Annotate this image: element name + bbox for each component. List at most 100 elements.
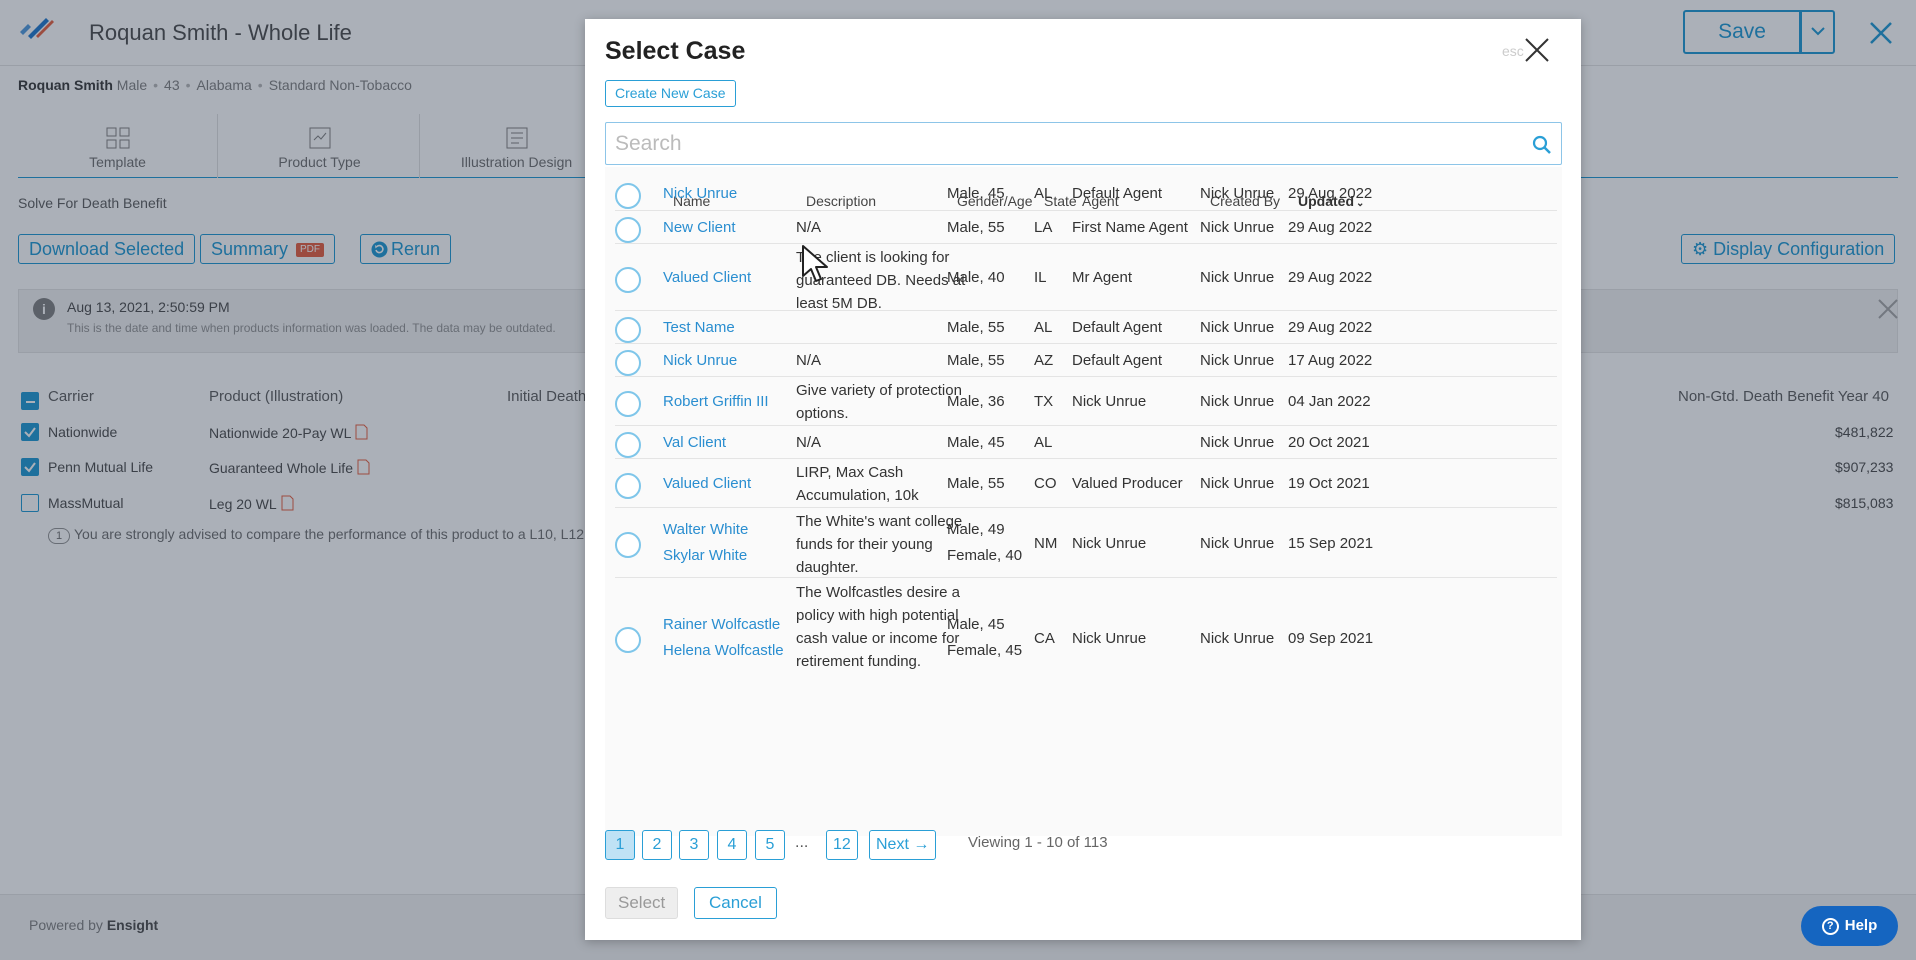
- case-state: NM: [1034, 534, 1058, 552]
- case-row[interactable]: Nick Unrue Male, 45 AL Default Agent Nick Un…: [615, 177, 1557, 210]
- case-row[interactable]: Val Client N/A Male, 45 AL Nick Unrue 20 Oct …: [615, 425, 1557, 458]
- page-button-3[interactable]: 3: [679, 830, 709, 860]
- case-name-line[interactable]: New Client: [663, 216, 736, 239]
- case-radio[interactable]: [615, 627, 641, 653]
- case-name-line[interactable]: Test Name: [663, 316, 735, 339]
- search-box: [605, 122, 1562, 165]
- case-description: The Wolfcastles desire a policy with hig…: [796, 583, 960, 670]
- case-name-line[interactable]: Walter White: [663, 517, 748, 543]
- case-updated: 15 Sep 2021: [1288, 534, 1374, 552]
- case-name[interactable]: New Client: [663, 216, 736, 239]
- case-name[interactable]: Nick Unrue: [663, 349, 737, 372]
- case-name[interactable]: Valued Client: [663, 266, 751, 289]
- case-gender-age-line: Female, 45: [947, 642, 1023, 659]
- modal-title: Select Case: [605, 37, 746, 65]
- case-radio[interactable]: [615, 390, 641, 417]
- select-case-modal: Select Case esc Create New Case Name Des…: [585, 19, 1581, 940]
- page-button-2[interactable]: 2: [642, 830, 672, 860]
- case-state: AL: [1034, 319, 1053, 336]
- case-gender-age: Male, 55: [947, 472, 1005, 495]
- case-name-line[interactable]: Skylar White: [663, 543, 748, 569]
- case-row[interactable]: Test Name Male, 55 AL Default Agent Nick Unr…: [615, 310, 1557, 343]
- case-description: The White's want college funds for their…: [796, 513, 963, 576]
- case-state: CA: [1034, 629, 1055, 647]
- page-button-4[interactable]: 4: [717, 830, 747, 860]
- case-gender-age: Male, 45 Female, 45: [947, 612, 1022, 664]
- case-name-line[interactable]: Valued Client: [663, 472, 751, 495]
- case-radio[interactable]: [615, 182, 641, 209]
- case-agent: Mr Agent: [1072, 269, 1133, 286]
- case-radio[interactable]: [615, 472, 641, 499]
- case-row[interactable]: Valued Client The client is looking for g…: [615, 243, 1557, 312]
- case-created-by: Nick Unrue: [1200, 629, 1275, 647]
- case-created-by: Nick Unrue: [1200, 534, 1275, 552]
- case-name-line[interactable]: Helena Wolfcastle: [663, 638, 784, 664]
- viewing-count: Viewing 1 - 10 of 113: [968, 834, 1108, 851]
- case-row[interactable]: Nick Unrue N/A Male, 55 AZ Default Agent Nick…: [615, 343, 1557, 376]
- case-name[interactable]: Test Name: [663, 316, 735, 339]
- case-state: AL: [1034, 434, 1053, 451]
- create-new-case-button[interactable]: Create New Case: [605, 80, 736, 107]
- next-page-button[interactable]: Next →: [869, 830, 937, 860]
- case-gender-age-line: Male, 45: [947, 616, 1005, 633]
- case-gender-age: Male, 40: [947, 266, 1005, 289]
- case-row[interactable]: Valued Client LIRP, Max Cash Accumulation…: [615, 458, 1557, 507]
- cancel-button[interactable]: Cancel: [694, 887, 777, 919]
- case-state: AL: [1034, 185, 1053, 202]
- case-radio[interactable]: [615, 349, 641, 376]
- case-updated: 04 Jan 2022: [1288, 393, 1371, 410]
- case-agent: Nick Unrue: [1072, 393, 1147, 410]
- page-button-5[interactable]: 5: [755, 830, 785, 860]
- help-button[interactable]: ? Help: [1801, 906, 1898, 946]
- case-radio[interactable]: [615, 266, 641, 293]
- case-name-line[interactable]: Valued Client: [663, 266, 751, 289]
- case-name[interactable]: Robert Griffin III: [663, 390, 769, 413]
- case-created-by: Nick Unrue: [1200, 352, 1275, 369]
- case-updated: 29 Aug 2022: [1288, 319, 1373, 336]
- case-state: AZ: [1034, 352, 1054, 369]
- case-name[interactable]: Valued Client: [663, 472, 751, 495]
- select-button[interactable]: Select: [605, 887, 679, 919]
- case-name-line[interactable]: Val Client: [663, 431, 726, 454]
- case-updated: 17 Aug 2022: [1288, 352, 1373, 369]
- case-name[interactable]: Nick Unrue: [663, 182, 737, 205]
- close-icon[interactable]: [1523, 36, 1551, 64]
- case-created-by: Nick Unrue: [1200, 185, 1275, 202]
- case-description: N/A: [796, 219, 822, 236]
- case-agent: Default Agent: [1072, 319, 1163, 336]
- search-input[interactable]: [615, 131, 1515, 157]
- case-gender-age-line: Male, 55: [947, 475, 1005, 492]
- case-row[interactable]: Walter White Skylar White The White's want…: [615, 507, 1557, 577]
- case-description: N/A: [796, 352, 822, 369]
- case-row[interactable]: New Client N/A Male, 55 LA First Name Agent N…: [615, 210, 1557, 243]
- case-radio[interactable]: [615, 316, 641, 343]
- case-gender-age-line: Male, 36: [947, 393, 1005, 410]
- case-gender-age: Male, 45: [947, 182, 1005, 205]
- case-name-line[interactable]: Rainer Wolfcastle: [663, 612, 784, 638]
- case-state: IL: [1034, 269, 1047, 286]
- case-name[interactable]: Rainer Wolfcastle Helena Wolfcastle: [663, 612, 784, 664]
- case-radio[interactable]: [615, 216, 641, 243]
- question-icon: ?: [1821, 918, 1839, 935]
- case-row[interactable]: Robert Griffin III Give variety of protec…: [615, 376, 1557, 425]
- page-button-last[interactable]: 12: [826, 830, 858, 860]
- case-radio[interactable]: [615, 431, 641, 458]
- case-gender-age-line: Male, 45: [947, 185, 1005, 202]
- case-row[interactable]: Rainer Wolfcastle Helena Wolfcastle The Wo…: [615, 577, 1557, 697]
- case-name[interactable]: Val Client: [663, 431, 726, 454]
- case-gender-age: Male, 45: [947, 431, 1005, 454]
- case-updated: 20 Oct 2021: [1288, 434, 1370, 451]
- case-gender-age-line: Male, 55: [947, 319, 1005, 336]
- case-radio[interactable]: [615, 532, 641, 558]
- case-name-line[interactable]: Robert Griffin III: [663, 390, 769, 413]
- cases-table: Name Description Gender/Age State Agent …: [605, 167, 1562, 836]
- page-button-1[interactable]: 1: [605, 830, 635, 860]
- case-updated: 29 Aug 2022: [1288, 185, 1373, 202]
- search-icon[interactable]: [1532, 135, 1552, 155]
- case-gender-age: Male, 49 Female, 40: [947, 517, 1022, 569]
- case-name-line[interactable]: Nick Unrue: [663, 349, 737, 372]
- case-state: TX: [1034, 393, 1054, 410]
- case-description: N/A: [796, 434, 822, 451]
- case-name[interactable]: Walter White Skylar White: [663, 517, 748, 569]
- case-name-line[interactable]: Nick Unrue: [663, 182, 737, 205]
